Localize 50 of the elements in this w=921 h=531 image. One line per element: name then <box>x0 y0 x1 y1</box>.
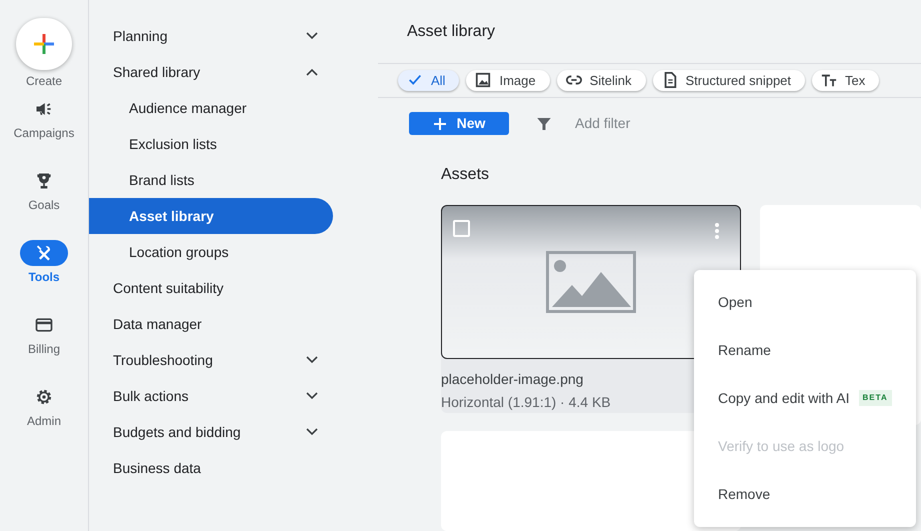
create-label: Create <box>26 73 62 90</box>
nav-item[interactable]: Bulk actions <box>89 378 378 414</box>
more-icon[interactable] <box>714 222 720 240</box>
nav-item[interactable]: Planning <box>89 18 378 54</box>
nav-item[interactable]: Shared library <box>89 54 378 90</box>
rail-item[interactable]: Goals <box>28 196 60 214</box>
menu-item: Verify to use as logo <box>717 436 846 456</box>
section-title: Assets <box>441 166 490 183</box>
filter-chip[interactable]: All <box>398 70 460 91</box>
create-button[interactable] <box>16 18 72 70</box>
plus-icon <box>32 32 56 56</box>
chevron-down-icon <box>306 392 318 400</box>
page-title: Asset library <box>407 22 496 42</box>
plus-icon <box>432 116 447 131</box>
rail-item[interactable]: Tools <box>28 268 60 286</box>
menu-item[interactable]: Open <box>694 278 916 326</box>
image-icon <box>475 72 492 88</box>
chevron-down-icon <box>306 428 318 436</box>
image-icon <box>546 251 636 313</box>
filter-chip[interactable]: Structured snippet <box>652 70 806 91</box>
rail-item[interactable]: Billing <box>28 340 60 358</box>
rail-item[interactable]: Admin <box>26 412 61 430</box>
filter-chip[interactable]: Image <box>466 70 550 91</box>
file-details: Horizontal (1.91:1) · 4.4 KB <box>441 393 611 412</box>
nav-item[interactable]: Exclusion lists <box>89 126 378 162</box>
menu-item[interactable]: Copy and edit with AI BETA <box>694 374 916 422</box>
filter-chip[interactable]: Tex <box>812 70 880 91</box>
menu-item[interactable]: Rename <box>694 326 916 374</box>
checkbox[interactable] <box>453 220 470 237</box>
nav-item[interactable]: Location groups <box>89 234 378 270</box>
new-button[interactable]: New <box>409 112 509 136</box>
document-icon <box>662 72 678 88</box>
text-size-icon <box>821 72 838 88</box>
menu-item[interactable]: Remove <box>694 470 916 518</box>
nav-item[interactable]: Audience manager <box>89 90 378 126</box>
chevron-down-icon <box>306 356 318 364</box>
filter-chip[interactable]: Sitelink <box>556 70 646 91</box>
nav-item[interactable]: Troubleshooting <box>89 342 378 378</box>
file-name: placeholder-image.png <box>441 370 584 389</box>
nav-item[interactable]: Asset library <box>89 198 333 234</box>
nav-item[interactable]: Brand lists <box>89 162 378 198</box>
chevron-up-icon <box>306 68 318 76</box>
nav-item[interactable]: Budgets and bidding <box>89 414 378 450</box>
nav-item[interactable]: Data manager <box>89 306 378 342</box>
nav-item[interactable]: Content suitability <box>89 270 378 306</box>
nav-item[interactable]: Business data <box>89 450 378 486</box>
chevron-down-icon <box>306 32 318 40</box>
gear-icon <box>34 387 54 407</box>
rail-item[interactable]: Campaigns <box>14 124 74 142</box>
beta-badge: BETA <box>858 390 892 406</box>
